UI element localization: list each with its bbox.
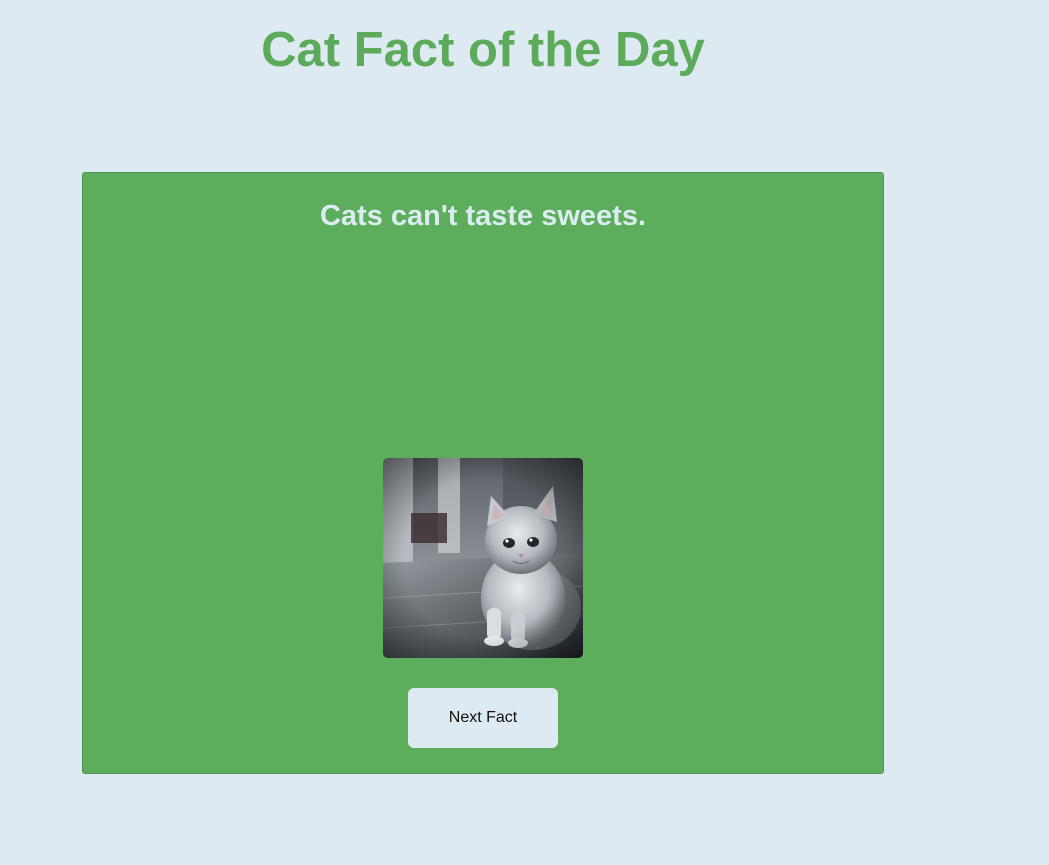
kitten-photo [383,458,583,658]
next-fact-button[interactable]: Next Fact [408,688,558,748]
kitten-image [383,458,583,658]
page-title: Cat Fact of the Day [261,23,705,77]
fact-card: Cats can't taste sweets. Next Fact [82,172,884,774]
fact-text: Cats can't taste sweets. [319,200,647,232]
